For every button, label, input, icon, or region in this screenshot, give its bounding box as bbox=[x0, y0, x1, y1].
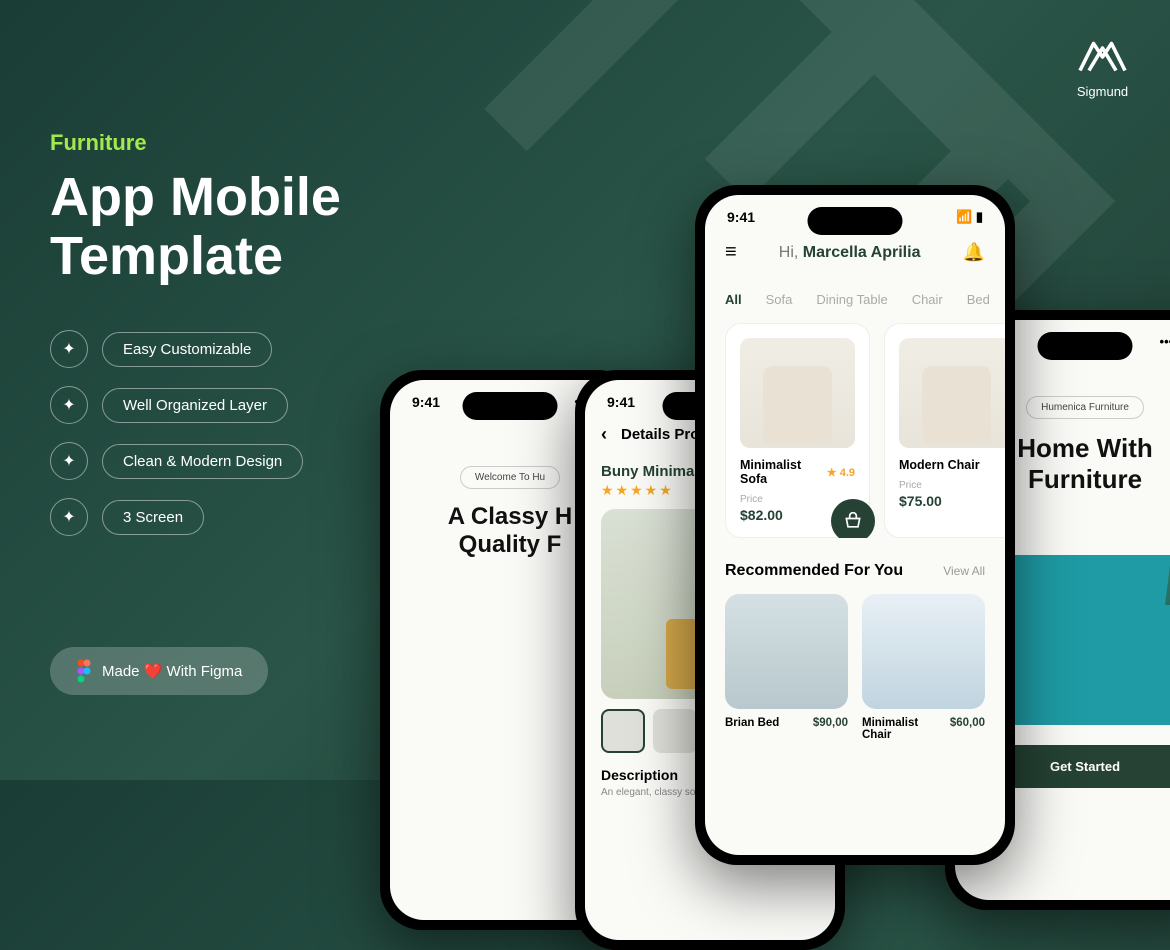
feature-item: ✦ Easy Customizable bbox=[50, 330, 303, 368]
rec-image bbox=[725, 594, 848, 709]
recommendation-card[interactable]: Brian Bed $90,00 bbox=[725, 594, 848, 741]
brand-logo: Sigmund bbox=[1075, 30, 1130, 99]
rec-price: $90,00 bbox=[813, 717, 848, 729]
product-rating: ★ 4.9 bbox=[827, 466, 855, 479]
price-label: Price bbox=[899, 480, 1005, 491]
feature-item: ✦ Well Organized Layer bbox=[50, 386, 303, 424]
tab-chair[interactable]: Chair bbox=[912, 292, 943, 307]
figma-badge: Made ❤️ With Figma bbox=[50, 647, 268, 695]
thumbnail[interactable] bbox=[601, 709, 645, 753]
figma-badge-text: Made ❤️ With Figma bbox=[102, 662, 242, 680]
add-to-cart-button[interactable] bbox=[831, 499, 875, 538]
feature-label: Clean & Modern Design bbox=[102, 444, 303, 479]
product-card[interactable]: Modern Chair Price $75.00 bbox=[884, 323, 1005, 538]
sparkle-icon: ✦ bbox=[50, 386, 88, 424]
welcome-pill: Welcome To Hu bbox=[460, 466, 560, 489]
feature-list: ✦ Easy Customizable ✦ Well Organized Lay… bbox=[50, 330, 303, 554]
logo-icon bbox=[1075, 30, 1130, 75]
product-name: Modern Chair bbox=[899, 458, 980, 472]
hero-title: App Mobile Template bbox=[50, 168, 341, 287]
hero-subtitle: Furniture bbox=[50, 130, 341, 156]
tab-dining[interactable]: Dining Table bbox=[816, 292, 887, 307]
tab-bed[interactable]: Bed bbox=[967, 292, 990, 307]
category-tabs: All Sofa Dining Table Chair Bed Wardr bbox=[705, 282, 1005, 323]
menu-icon[interactable]: ≡ bbox=[725, 241, 737, 264]
feature-label: 3 Screen bbox=[102, 500, 204, 535]
tab-all[interactable]: All bbox=[725, 292, 742, 307]
hero-text: Furniture App Mobile Template bbox=[50, 130, 341, 287]
sparkle-icon: ✦ bbox=[50, 498, 88, 536]
feature-label: Well Organized Layer bbox=[102, 388, 288, 423]
product-image bbox=[899, 338, 1005, 448]
product-price: $75.00 bbox=[899, 493, 1005, 509]
feature-item: ✦ 3 Screen bbox=[50, 498, 303, 536]
rec-name: Minimalist Chair bbox=[862, 717, 950, 741]
phone-mockup-home: 9:41 📶 ▮ ≡ Hi, Marcella Aprilia 🔔 All So… bbox=[695, 185, 1015, 865]
sparkle-icon: ✦ bbox=[50, 330, 88, 368]
feature-item: ✦ Clean & Modern Design bbox=[50, 442, 303, 480]
back-icon[interactable]: ‹ bbox=[601, 424, 607, 445]
rec-name: Brian Bed bbox=[725, 717, 779, 729]
greeting: Hi, Marcella Aprilia bbox=[779, 244, 921, 262]
status-time: 9:41 bbox=[727, 209, 755, 225]
product-name: Minimalist Sofa bbox=[740, 458, 827, 486]
status-icons: 📶 ▮ bbox=[956, 209, 983, 225]
details-title: Details Pro bbox=[621, 426, 699, 443]
section-title: Recommended For You bbox=[725, 562, 903, 580]
rec-price: $60,00 bbox=[950, 717, 985, 741]
tab-sofa[interactable]: Sofa bbox=[766, 292, 793, 307]
basket-icon bbox=[843, 511, 863, 531]
recommendation-card[interactable]: Minimalist Chair $60,00 bbox=[862, 594, 985, 741]
product-image bbox=[740, 338, 855, 448]
sparkle-icon: ✦ bbox=[50, 442, 88, 480]
brand-name: Sigmund bbox=[1075, 84, 1130, 99]
thumbnail[interactable] bbox=[653, 709, 697, 753]
brand-pill: Humenica Furniture bbox=[1026, 396, 1144, 419]
feature-label: Easy Customizable bbox=[102, 332, 272, 367]
rec-image bbox=[862, 594, 985, 709]
product-card[interactable]: Minimalist Sofa ★ 4.9 Price $82.00 bbox=[725, 323, 870, 538]
figma-icon bbox=[76, 659, 92, 683]
bell-icon[interactable]: 🔔 bbox=[963, 242, 985, 263]
view-all-link[interactable]: View All bbox=[943, 564, 985, 578]
